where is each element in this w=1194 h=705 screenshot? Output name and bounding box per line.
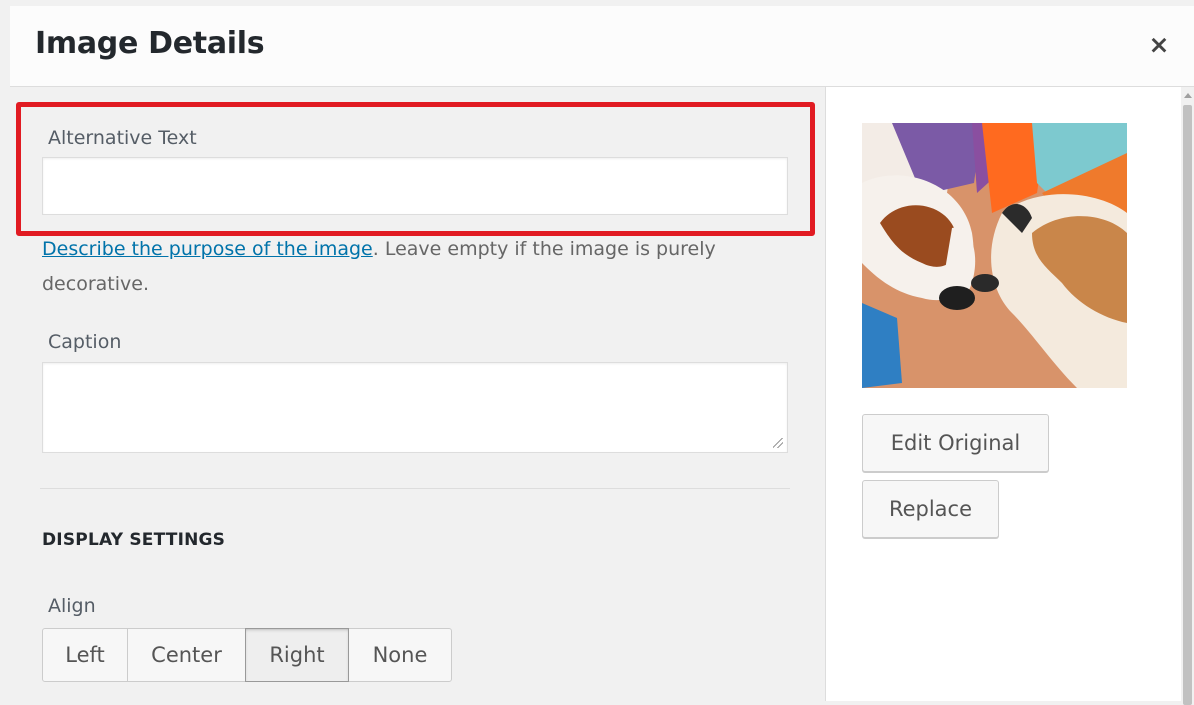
modal-title: Image Details: [35, 26, 265, 61]
replace-button[interactable]: Replace: [862, 480, 999, 538]
display-settings-heading: DISPLAY SETTINGS: [42, 530, 226, 550]
resize-grip-icon[interactable]: [773, 438, 783, 448]
image-thumbnail: [862, 123, 1127, 388]
close-button[interactable]: ×: [1144, 30, 1174, 60]
align-right-button[interactable]: Right: [245, 628, 349, 682]
divider: [40, 488, 790, 489]
edit-original-button[interactable]: Edit Original: [862, 414, 1049, 472]
align-none-button[interactable]: None: [348, 628, 452, 682]
align-left-button[interactable]: Left: [42, 628, 128, 682]
caption-textarea[interactable]: [42, 362, 788, 453]
alt-text-help: Describe the purpose of the image. Leave…: [42, 232, 782, 302]
caption-label: Caption: [48, 331, 122, 353]
align-center-button[interactable]: Center: [127, 628, 246, 682]
close-icon: ×: [1148, 30, 1170, 59]
alt-text-label: Alternative Text: [48, 127, 197, 149]
alt-text-input[interactable]: [42, 157, 788, 215]
describe-purpose-link[interactable]: Describe the purpose of the image: [42, 238, 373, 260]
align-label: Align: [48, 595, 96, 617]
scrollbar[interactable]: [1181, 87, 1194, 705]
scrollbar-thumb[interactable]: [1183, 105, 1192, 705]
modal-header: Image Details ×: [10, 6, 1194, 87]
align-button-group: Left Center Right None: [42, 628, 452, 682]
scroll-up-icon[interactable]: [1184, 93, 1192, 98]
